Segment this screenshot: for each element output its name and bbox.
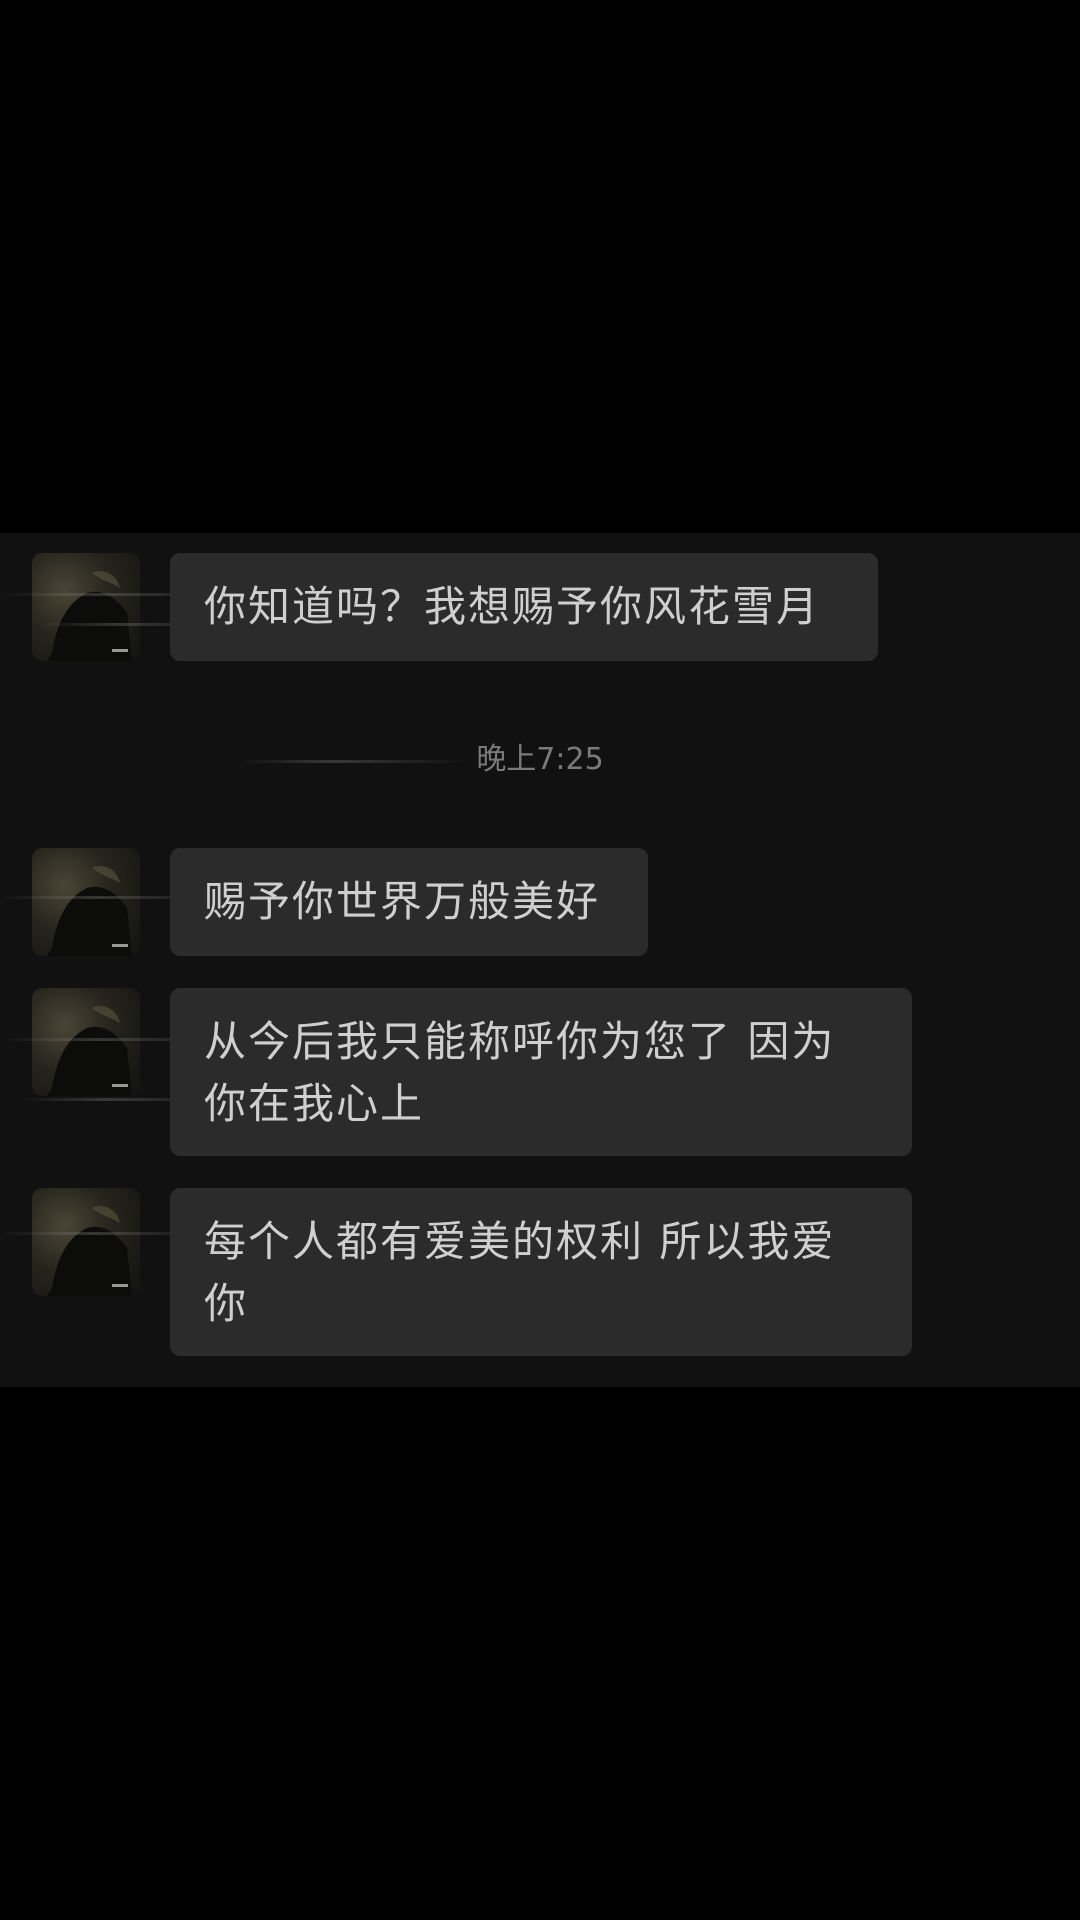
message-bubble[interactable]: 赐予你世界万般美好 — [170, 848, 648, 956]
message-bubble[interactable]: 从今后我只能称呼你为您了 因为你在我心上 — [170, 988, 912, 1156]
avatar-icon[interactable] — [32, 1188, 140, 1296]
timestamp: 晚上7:25 — [476, 742, 604, 777]
avatar-icon[interactable] — [32, 553, 140, 661]
avatar-image — [47, 1006, 132, 1096]
message-row: 从今后我只能称呼你为您了 因为你在我心上 — [0, 988, 1080, 1158]
message-bubble[interactable]: 每个人都有爱美的权利 所以我爱你 — [170, 1188, 912, 1356]
avatar-icon[interactable] — [32, 848, 140, 956]
avatar-image — [47, 866, 132, 956]
message-row: 每个人都有爱美的权利 所以我爱你 — [0, 1188, 1080, 1358]
screen: 你知道吗？我想赐予你风花雪月 晚上7:25 赐予你世界万般美好 从今后我只能称呼… — [0, 0, 1080, 1920]
message-row: 你知道吗？我想赐予你风花雪月 — [0, 553, 1080, 663]
avatar-image — [47, 1206, 132, 1296]
message-row: 赐予你世界万般美好 — [0, 848, 1080, 958]
glitch-line — [240, 760, 470, 763]
message-bubble[interactable]: 你知道吗？我想赐予你风花雪月 — [170, 553, 878, 661]
avatar-image — [47, 571, 132, 661]
avatar-icon[interactable] — [32, 988, 140, 1096]
